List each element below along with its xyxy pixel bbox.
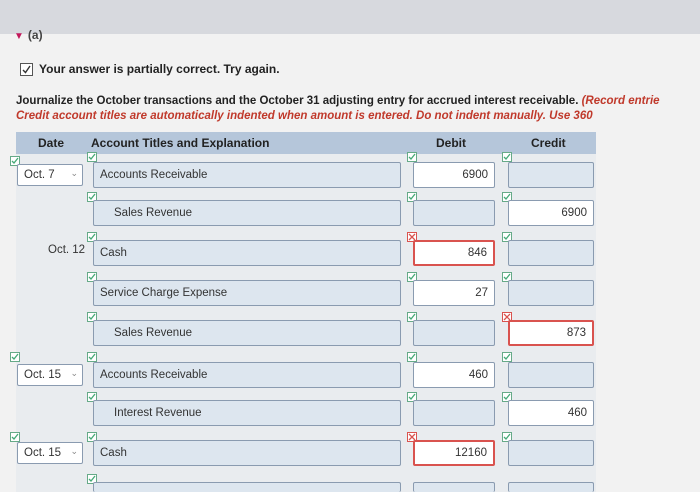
chevron-down-icon: ⌄ <box>70 168 78 178</box>
account-input[interactable]: Cash <box>93 440 401 466</box>
header-credit: Credit <box>531 136 566 150</box>
correct-icon <box>10 352 20 362</box>
debit-input[interactable]: 460 <box>413 362 495 388</box>
account-input[interactable]: Sales Revenue <box>93 320 401 346</box>
header-date: Date <box>38 136 65 150</box>
credit-input[interactable]: 873 <box>508 320 594 346</box>
debit-input[interactable] <box>413 320 495 346</box>
credit-input[interactable]: 460 <box>508 400 594 426</box>
date-select[interactable]: Oct. 15 ⌄ <box>17 364 83 386</box>
debit-input[interactable] <box>413 482 495 492</box>
debit-input[interactable]: 6900 <box>413 162 495 188</box>
correct-icon <box>407 152 417 162</box>
account-input[interactable] <box>93 482 401 492</box>
header-account: Account Titles and Explanation <box>91 136 270 150</box>
chevron-down-icon: ⌄ <box>70 368 78 378</box>
debit-input[interactable] <box>413 400 495 426</box>
header-debit: Debit <box>436 136 466 150</box>
account-input[interactable]: Accounts Receivable <box>93 162 401 188</box>
credit-input[interactable] <box>508 240 594 266</box>
partial-check-icon <box>20 62 33 76</box>
chevron-down-icon: ⌄ <box>70 446 78 456</box>
debit-input[interactable]: 846 <box>413 240 495 266</box>
debit-input[interactable] <box>413 200 495 226</box>
date-select[interactable]: Oct. 15 ⌄ <box>17 442 83 464</box>
account-input[interactable]: Cash <box>93 240 401 266</box>
credit-input[interactable] <box>508 280 594 306</box>
correct-icon <box>87 152 97 162</box>
correct-icon <box>10 432 20 442</box>
correct-icon <box>502 152 512 162</box>
account-input[interactable]: Service Charge Expense <box>93 280 401 306</box>
table-header: Date Account Titles and Explanation Debi… <box>16 132 596 154</box>
status-message: Your answer is partially correct. Try ag… <box>39 62 280 76</box>
credit-input[interactable]: 6900 <box>508 200 594 226</box>
status-row: Your answer is partially correct. Try ag… <box>20 60 280 78</box>
date-label: Oct. 12 <box>48 244 86 256</box>
credit-input[interactable] <box>508 440 594 466</box>
correct-icon <box>87 352 97 362</box>
credit-input[interactable] <box>508 362 594 388</box>
debit-input[interactable]: 12160 <box>413 440 495 466</box>
credit-input[interactable] <box>508 162 594 188</box>
correct-icon <box>407 352 417 362</box>
top-bar <box>0 0 700 34</box>
correct-icon <box>502 352 512 362</box>
collapse-triangle-icon: ▼ <box>14 31 24 42</box>
credit-input[interactable] <box>508 482 594 492</box>
account-input[interactable]: Sales Revenue <box>93 200 401 226</box>
account-input[interactable]: Interest Revenue <box>93 400 401 426</box>
instructions: Journalize the October transactions and … <box>16 95 660 122</box>
section-toggle[interactable]: ▼ (a) <box>14 28 43 42</box>
debit-input[interactable]: 27 <box>413 280 495 306</box>
date-select[interactable]: Oct. 7 ⌄ <box>17 164 83 186</box>
account-input[interactable]: Accounts Receivable <box>93 362 401 388</box>
